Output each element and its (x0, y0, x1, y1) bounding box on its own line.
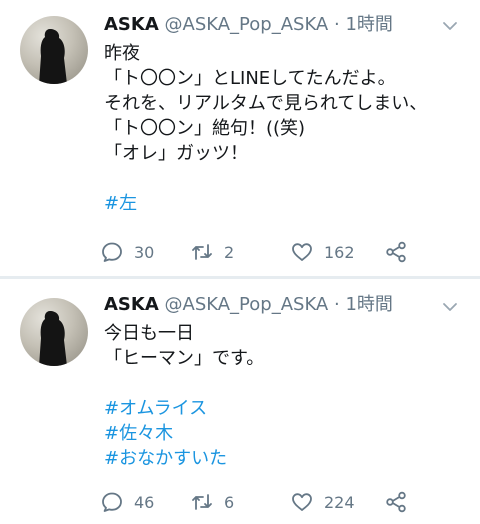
tweet-line: 今日も一日 (104, 323, 194, 344)
tweet-line (104, 166, 427, 191)
share-icon (386, 491, 406, 513)
like-count: 162 (324, 242, 355, 262)
timestamp[interactable]: 1時間 (345, 294, 392, 315)
retweet-count: 2 (224, 242, 235, 262)
reply-button[interactable]: 30 (100, 240, 154, 264)
tweet-line: それを、リアルタムで見られてしまい、 (104, 93, 428, 114)
hashtag-link[interactable]: #おなかすいた (104, 446, 264, 471)
reply-icon (102, 242, 122, 262)
tweet-header: ASKA @ASKA_Pop_ASKA · 1時間 (104, 14, 393, 36)
heart-icon (292, 243, 312, 261)
separator-dot: · (333, 294, 340, 315)
retweet-button[interactable]: 2 (190, 240, 234, 264)
hashtag-link[interactable]: #オムライス (104, 396, 264, 421)
tweet-line (104, 371, 264, 396)
retweet-icon (192, 244, 212, 260)
hashtag-link[interactable]: #佐々木 (104, 421, 264, 446)
author-handle[interactable]: @ASKA_Pop_ASKA (165, 294, 329, 315)
like-button[interactable]: 162 (290, 240, 355, 264)
reply-icon (102, 492, 122, 512)
hashtag-link[interactable]: #左 (104, 191, 427, 216)
separator-dot: · (333, 14, 340, 35)
tweet-header: ASKA @ASKA_Pop_ASKA · 1時間 (104, 294, 393, 316)
author-name[interactable]: ASKA (104, 14, 159, 35)
tweet[interactable]: ASKA @ASKA_Pop_ASKA · 1時間 昨夜 「ト〇〇ン」とLINE… (0, 0, 480, 276)
tweet-text: 昨夜 「ト〇〇ン」とLINEしてたんだよ。 それを、リアルタムで見られてしまい、… (104, 41, 427, 216)
share-icon (386, 241, 406, 263)
tweet-line: 「ヒーマン」です。 (104, 348, 265, 369)
avatar[interactable] (20, 16, 88, 84)
tweet-line: 昨夜 (104, 43, 140, 64)
tweet-text: 今日も一日 「ヒーマン」です。 #オムライス #佐々木 #おなかすいた (104, 321, 264, 471)
reply-count: 46 (134, 492, 155, 512)
tweet[interactable]: ASKA @ASKA_Pop_ASKA · 1時間 今日も一日 「ヒーマン」です… (0, 279, 480, 524)
share-button[interactable] (384, 490, 408, 514)
reply-button[interactable]: 46 (100, 490, 154, 514)
like-button[interactable]: 224 (290, 490, 355, 514)
tweet-line: 「オレ」ガッツ！ (104, 143, 248, 164)
heart-icon (292, 493, 312, 511)
retweet-count: 6 (224, 492, 235, 512)
share-button[interactable] (384, 240, 408, 264)
chevron-down-icon[interactable] (442, 18, 458, 34)
author-handle[interactable]: @ASKA_Pop_ASKA (165, 14, 329, 35)
retweet-button[interactable]: 6 (190, 490, 234, 514)
tweet-actions: 46 6 224 (100, 490, 420, 514)
tweet-line: 「ト〇〇ン」絶句！((笑) (104, 118, 306, 139)
reply-count: 30 (134, 242, 155, 262)
like-count: 224 (324, 492, 355, 512)
avatar[interactable] (20, 298, 88, 366)
author-name[interactable]: ASKA (104, 294, 159, 315)
timestamp[interactable]: 1時間 (345, 14, 392, 35)
retweet-icon (192, 494, 212, 510)
tweet-actions: 30 2 162 (100, 240, 420, 264)
tweet-line: 「ト〇〇ン」とLINEしてたんだよ。 (104, 68, 396, 89)
chevron-down-icon[interactable] (442, 299, 458, 315)
